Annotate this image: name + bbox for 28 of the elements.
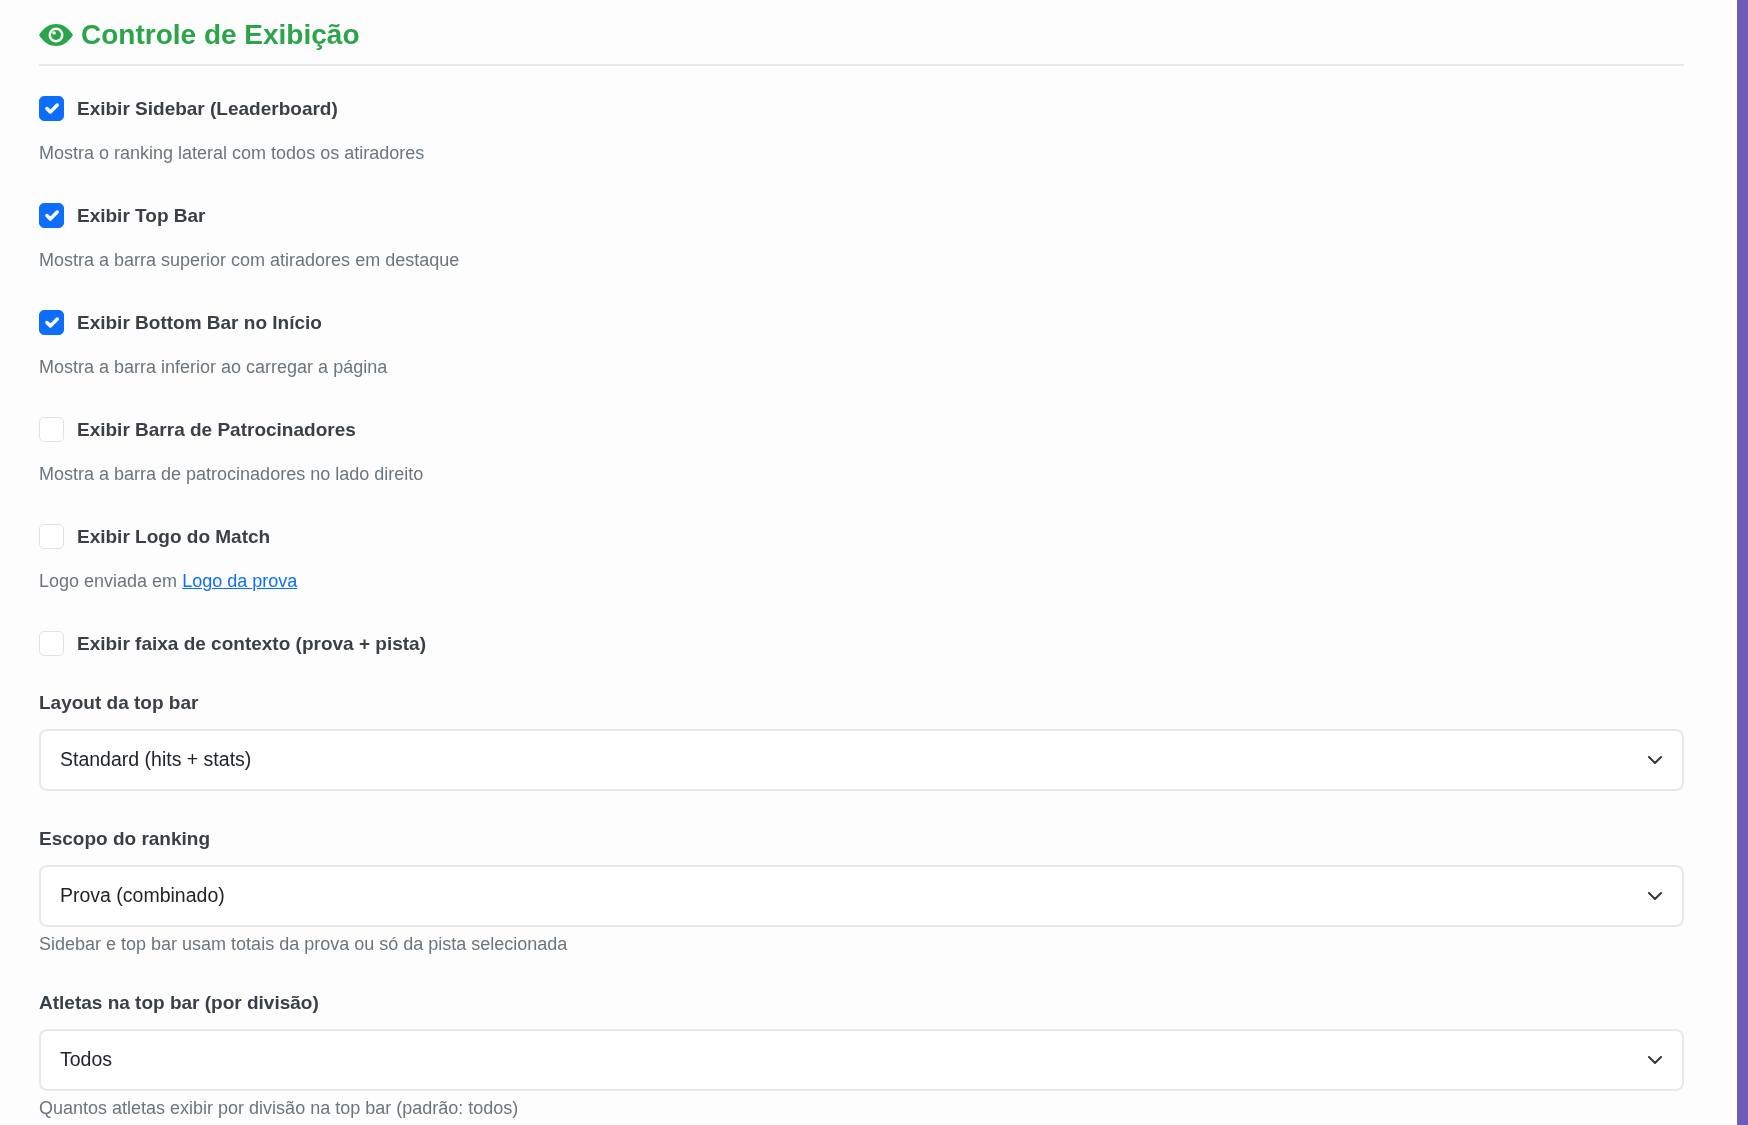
- help-text: Mostra a barra de patrocinadores no lado direito: [39, 463, 425, 486]
- checkbox-label: Exibir Top Bar: [77, 204, 206, 228]
- checkbox[interactable]: [39, 203, 64, 228]
- field-label: Escopo do ranking: [39, 827, 212, 851]
- checkbox[interactable]: [39, 96, 64, 121]
- chevron-down-icon: [1648, 756, 1662, 764]
- checkbox-label: Exibir Bottom Bar no Início: [77, 311, 322, 335]
- help-text: Sidebar e top bar usam totais da prova ou só da pista selecionada: [39, 934, 569, 955]
- field-label: Atletas na top bar (por divisão): [39, 991, 320, 1015]
- section-title: Controle de Exibição: [81, 18, 360, 52]
- help-text: Mostra a barra superior com atiradores em destaque: [39, 249, 461, 272]
- select-field[interactable]: Todos: [39, 1029, 1684, 1091]
- eye-icon: [39, 24, 73, 46]
- checkbox-label: Exibir Barra de Patrocinadores: [77, 418, 356, 442]
- help-text: Logo enviada em Logo da prova: [39, 570, 299, 593]
- checkbox-label: Exibir Sidebar (Leaderboard): [77, 97, 338, 121]
- field-label: Layout da top bar: [39, 691, 200, 715]
- chevron-down-icon: [1648, 1056, 1662, 1064]
- select-field[interactable]: Prova (combinado): [39, 865, 1684, 927]
- chevron-down-icon: [1648, 892, 1662, 900]
- checkbox-label: Exibir faixa de contexto (prova + pista): [77, 632, 426, 656]
- help-text: Mostra a barra inferior ao carregar a página: [39, 356, 389, 379]
- help-text: Mostra o ranking lateral com todos os atiradores: [39, 142, 426, 165]
- checkbox-label: Exibir Logo do Match: [77, 525, 271, 549]
- help-text: Quantos atletas exibir por divisão na top bar (padrão: todos): [39, 1098, 520, 1119]
- select-field[interactable]: Standard (hits + stats): [39, 729, 1684, 791]
- checkbox[interactable]: [39, 310, 64, 335]
- help-link[interactable]: Logo da prova: [182, 571, 298, 591]
